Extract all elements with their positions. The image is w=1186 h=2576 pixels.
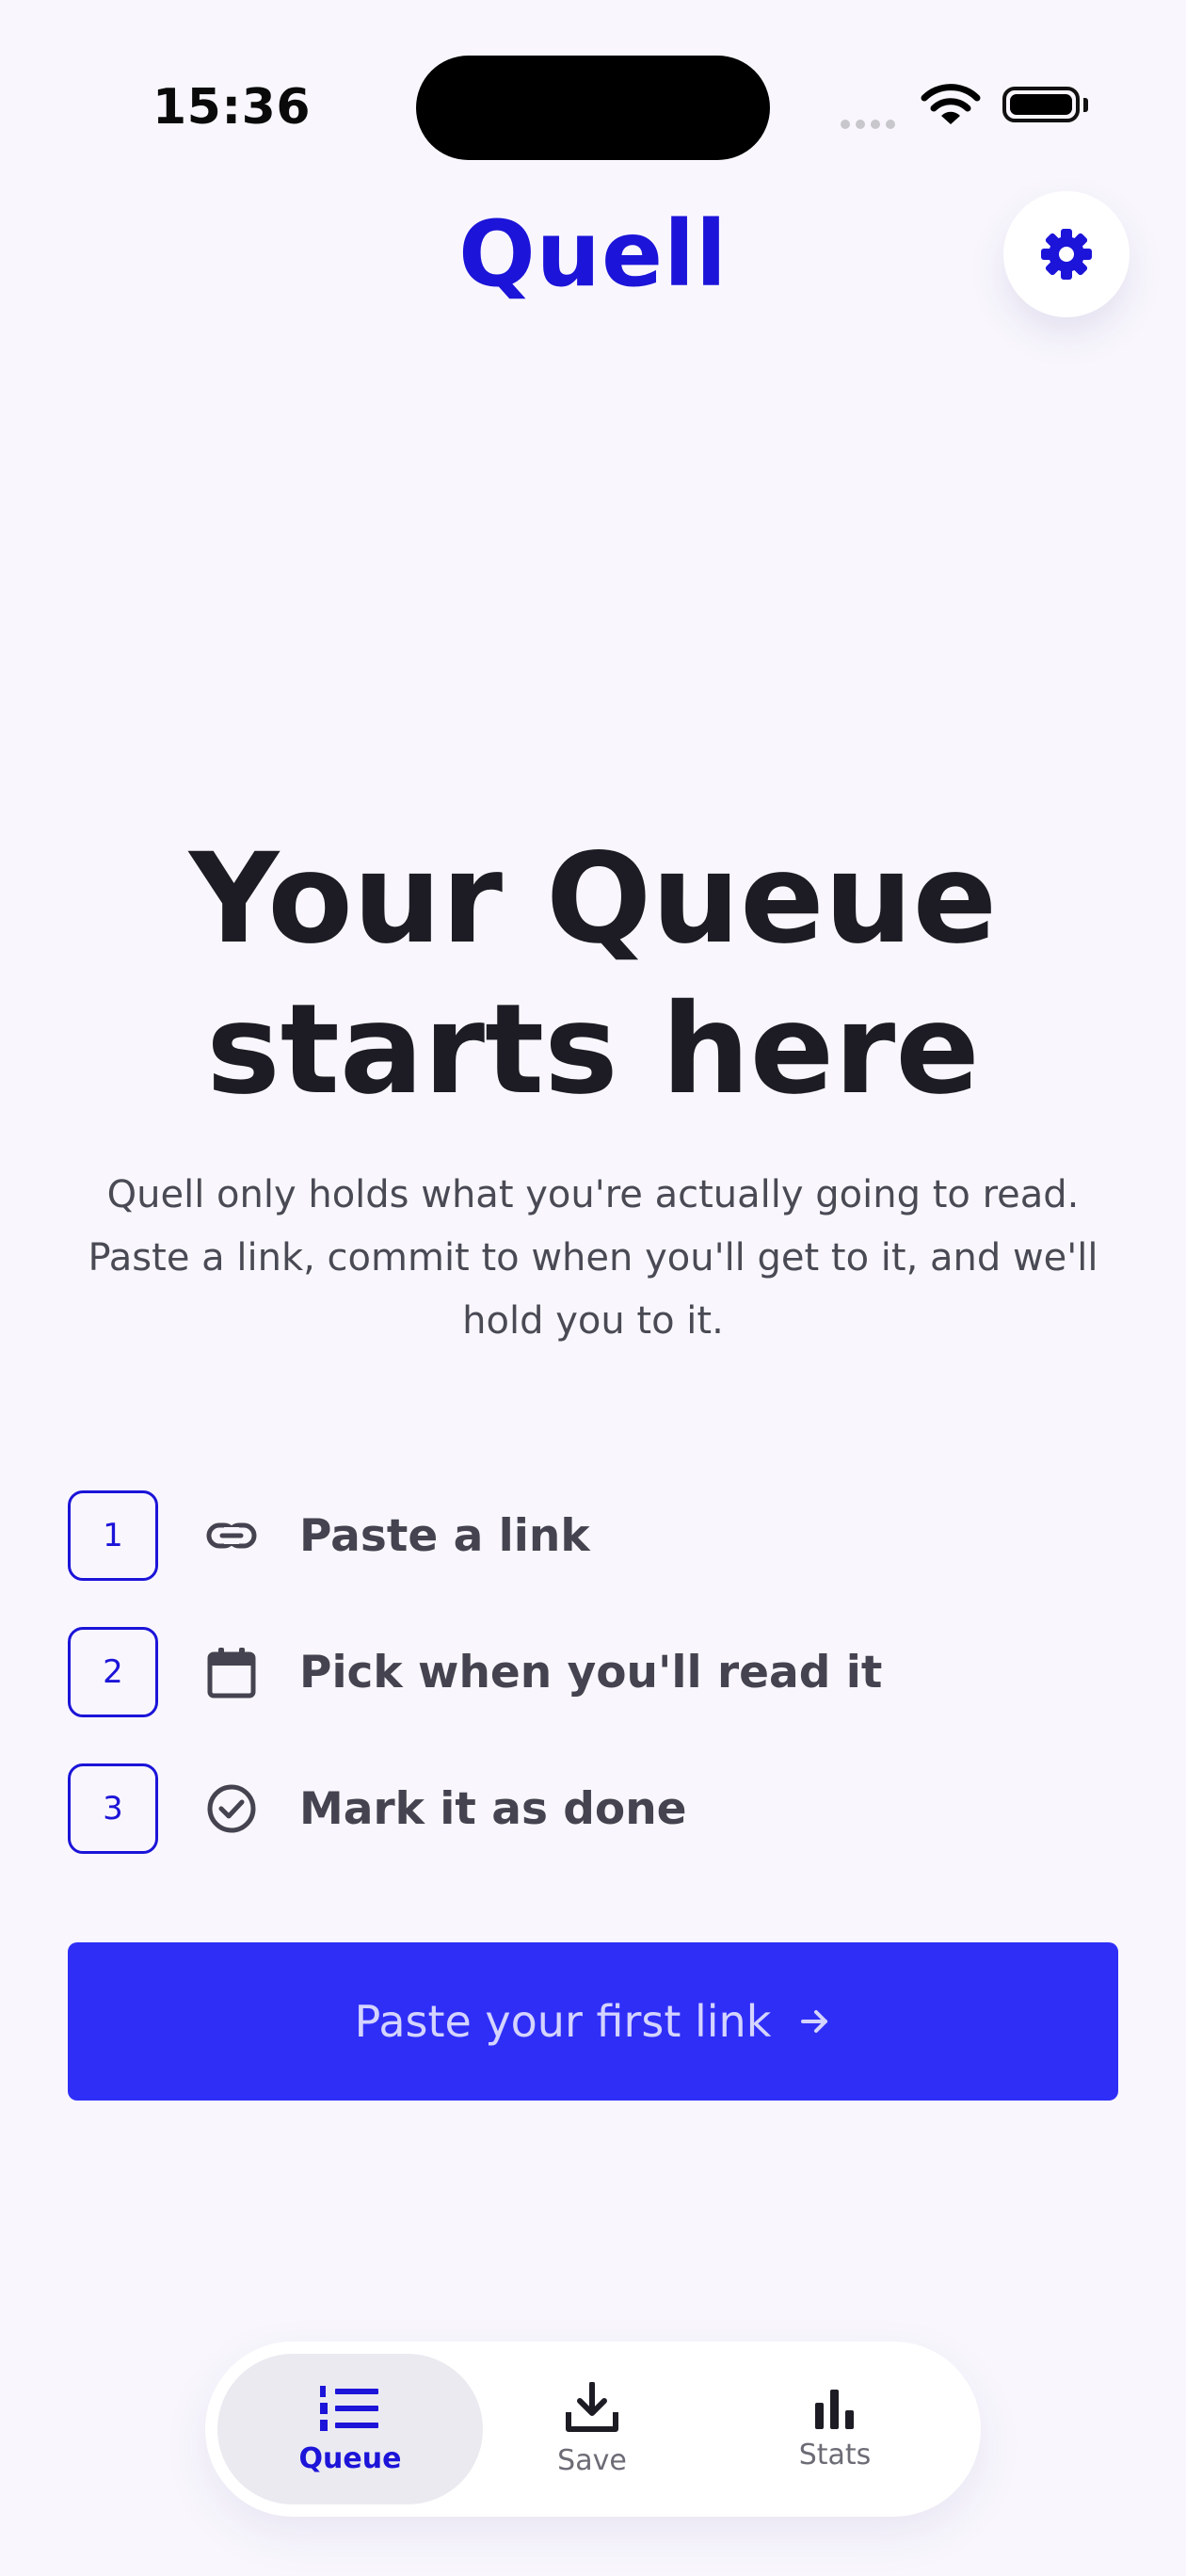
- tab-stats[interactable]: Stats: [750, 2354, 920, 2504]
- link-icon: [205, 1509, 258, 1562]
- battery-icon: [1002, 87, 1080, 122]
- tab-save[interactable]: Save: [507, 2354, 677, 2504]
- cellular-signal-icon: [841, 115, 901, 133]
- hero-title: Your Queue starts here: [0, 824, 1186, 1125]
- tab-queue[interactable]: Queue: [217, 2354, 483, 2504]
- step-number-badge: 2: [68, 1627, 158, 1717]
- download-icon: [566, 2381, 618, 2432]
- hero-description: Quell only holds what you're actually go…: [88, 1173, 1098, 1343]
- wifi-icon: [921, 83, 981, 132]
- step-number-badge: 3: [68, 1763, 158, 1854]
- hero-title-line1: Your Queue: [188, 827, 998, 972]
- step-pick-time: 2 Pick when you'll read it: [68, 1627, 882, 1717]
- paste-first-link-label: Paste your first link: [354, 1996, 772, 2047]
- numbered-list-icon: [320, 2385, 378, 2431]
- calendar-icon: [205, 1646, 258, 1699]
- dynamic-island: [416, 56, 770, 160]
- arrow-right-icon: [799, 2005, 831, 2037]
- step-label: Mark it as done: [299, 1782, 687, 1835]
- check-circle-icon: [205, 1782, 258, 1835]
- bar-chart-icon: [815, 2389, 854, 2429]
- tab-label: Queue: [298, 2441, 402, 2475]
- step-paste-link: 1 Paste a link: [68, 1490, 590, 1581]
- step-label: Paste a link: [299, 1509, 590, 1562]
- hero-title-line2: starts here: [206, 977, 980, 1122]
- settings-button[interactable]: [1003, 191, 1130, 317]
- tab-label: Save: [557, 2443, 627, 2477]
- status-time: 15:36: [152, 79, 312, 136]
- gear-icon: [1041, 229, 1092, 280]
- step-label: Pick when you'll read it: [299, 1646, 883, 1699]
- step-number-badge: 1: [68, 1490, 158, 1581]
- battery-tip: [1083, 98, 1088, 112]
- step-mark-done: 3 Mark it as done: [68, 1763, 687, 1854]
- paste-first-link-button[interactable]: Paste your first link: [68, 1942, 1118, 2101]
- tab-label: Stats: [798, 2438, 872, 2471]
